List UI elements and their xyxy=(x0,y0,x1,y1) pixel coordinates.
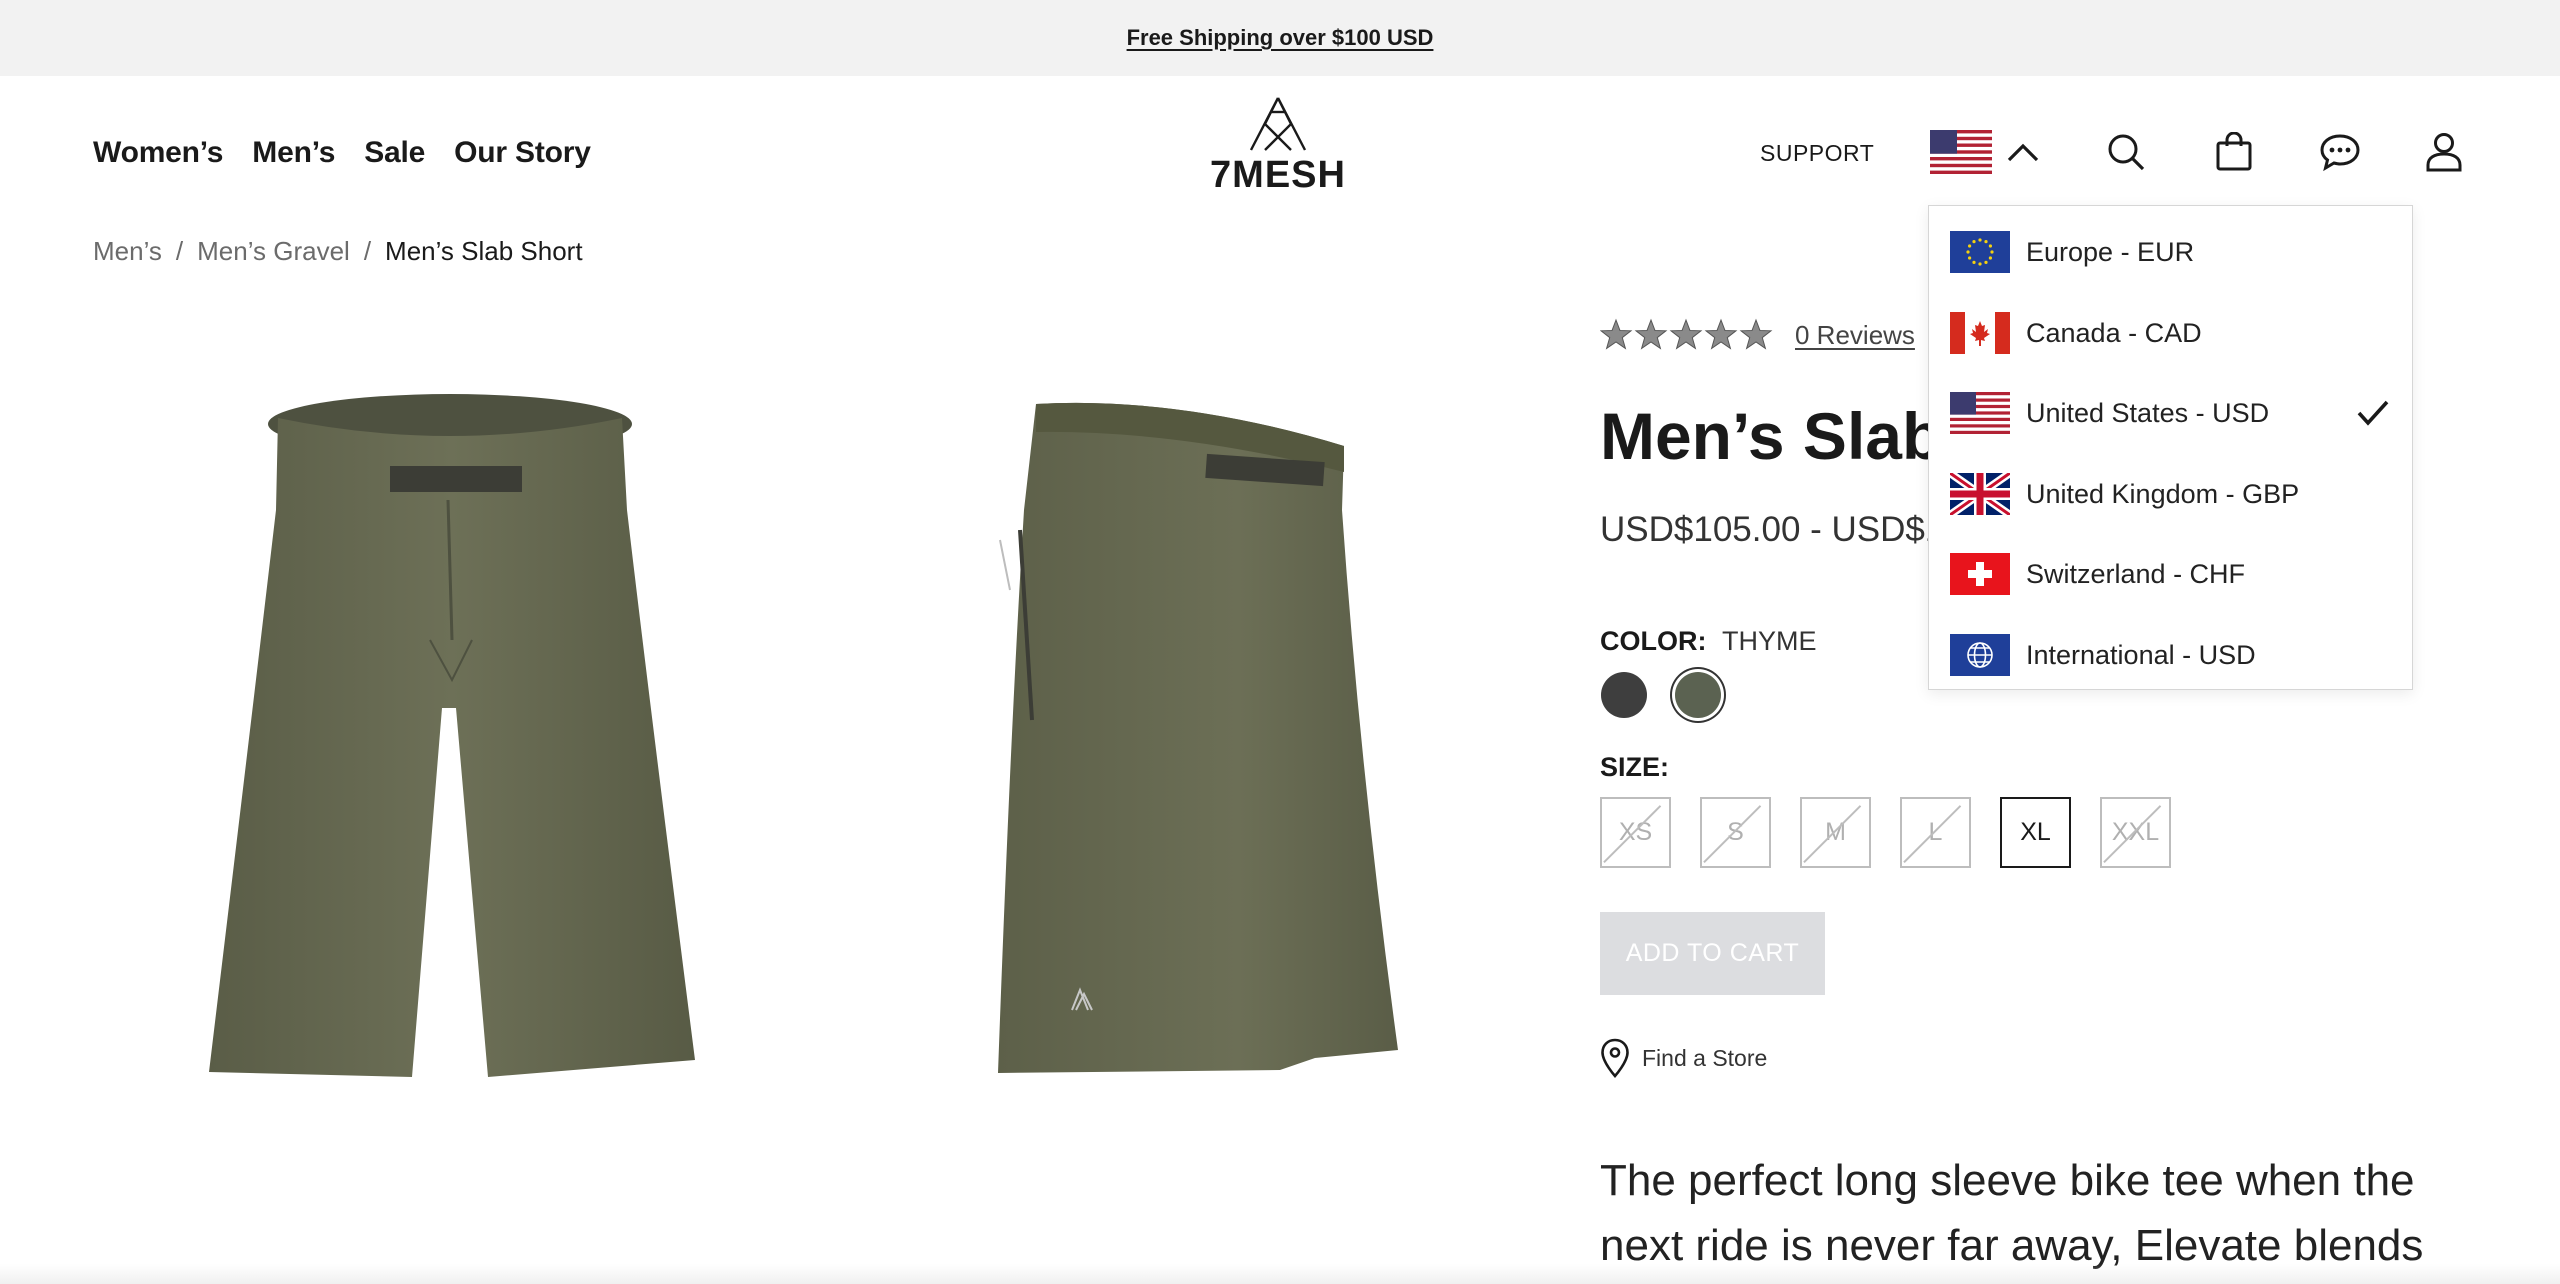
find-store-label: Find a Store xyxy=(1642,1044,1768,1071)
currency-option-gbp[interactable]: United Kingdom - GBP xyxy=(1950,469,2390,519)
breadcrumb-separator: / xyxy=(175,236,184,266)
product-title: Men’s Slab xyxy=(1600,399,1943,473)
currency-option-label: Canada - CAD xyxy=(2026,317,2202,348)
breadcrumb-item-mens-gravel[interactable]: Men’s Gravel xyxy=(197,236,350,267)
user-icon[interactable] xyxy=(2422,130,2466,174)
color-row: COLOR: THYME xyxy=(1600,626,1817,657)
currency-option-cad[interactable]: Canada - CAD xyxy=(1950,308,2390,358)
breadcrumb-item-mens[interactable]: Men’s xyxy=(93,236,162,267)
currency-option-label: International - USD xyxy=(2026,639,2256,670)
size-option-xxl[interactable]: XXL xyxy=(2100,797,2171,868)
color-label: COLOR: xyxy=(1600,626,1707,656)
nav-item-womens[interactable]: Women’s xyxy=(93,136,223,170)
search-icon[interactable] xyxy=(2104,130,2148,174)
size-option-s[interactable]: S xyxy=(1700,797,1771,868)
color-swatch-dark[interactable] xyxy=(1601,672,1647,718)
breadcrumb: Men’s / Men’s Gravel / Men’s Slab Short xyxy=(93,236,583,267)
chat-icon[interactable] xyxy=(2318,130,2362,174)
product-price: USD$105.00 - USD$14 xyxy=(1600,510,1964,549)
star-rating-icon xyxy=(1600,318,1773,350)
canada-flag-icon xyxy=(1950,312,2010,354)
product-description: The perfect long sleeve bike tee when th… xyxy=(1600,1156,2424,1270)
size-option-xs[interactable]: XS xyxy=(1600,797,1671,868)
currency-option-label: United Kingdom - GBP xyxy=(2026,478,2300,509)
find-store-link[interactable]: Find a Store xyxy=(1600,1038,1767,1078)
eu-flag-icon xyxy=(1950,231,2010,273)
logo-text: 7MESH xyxy=(1210,154,1346,196)
bag-icon[interactable] xyxy=(2212,130,2256,174)
logo-mark-icon xyxy=(1249,97,1307,151)
size-option-xl[interactable]: XL xyxy=(2000,797,2071,868)
breadcrumb-item-current: Men’s Slab Short xyxy=(385,236,583,266)
reviews-link[interactable]: 0 Reviews xyxy=(1795,320,1915,351)
region-selector-toggle[interactable] xyxy=(1930,130,2040,174)
currency-option-label: Europe - EUR xyxy=(2026,236,2195,267)
size-label: SIZE: xyxy=(1600,752,1670,782)
breadcrumb-separator: / xyxy=(363,236,372,266)
chevron-up-icon[interactable] xyxy=(2006,141,2040,163)
nav-item-our-story[interactable]: Our Story xyxy=(454,136,591,170)
location-pin-icon xyxy=(1601,1038,1629,1078)
product-image-side[interactable] xyxy=(980,390,1420,1095)
currency-option-label: United States - USD xyxy=(2026,397,2270,428)
currency-dropdown: Europe - EUR Canada - CAD United States … xyxy=(1928,205,2413,690)
page-bottom-shadow xyxy=(0,1264,2560,1284)
currency-option-chf[interactable]: Switzerland - CHF xyxy=(1950,549,2390,599)
size-option-l[interactable]: L xyxy=(1900,797,1971,868)
size-selector: XS S M L XL XXL xyxy=(1600,797,2171,868)
us-flag-icon xyxy=(1930,130,1992,174)
globe-flag-icon xyxy=(1950,634,2010,676)
main-nav: Women’s Men’s Sale Our Story xyxy=(93,136,591,170)
swiss-flag-icon xyxy=(1950,553,2010,595)
currency-option-international[interactable]: International - USD xyxy=(1950,630,2390,680)
announcement-bar: Free Shipping over $100 USD xyxy=(0,0,2560,76)
logo[interactable]: 7MESH xyxy=(1205,96,1351,196)
currency-option-usd[interactable]: United States - USD xyxy=(1950,388,2390,438)
add-to-cart-button[interactable]: ADD TO CART xyxy=(1600,912,1825,995)
nav-item-sale[interactable]: Sale xyxy=(364,136,425,170)
product-image-front[interactable] xyxy=(190,390,710,1095)
rating: 0 Reviews xyxy=(1600,318,1915,352)
nav-item-mens[interactable]: Men’s xyxy=(252,136,335,170)
color-swatch-thyme[interactable] xyxy=(1675,672,1721,718)
currency-option-eur[interactable]: Europe - EUR xyxy=(1950,227,2390,277)
size-option-m[interactable]: M xyxy=(1800,797,1871,868)
support-link[interactable]: SUPPORT xyxy=(1760,140,1874,167)
color-value: THYME xyxy=(1722,626,1817,656)
us-flag-icon xyxy=(1950,392,2010,434)
checkmark-icon xyxy=(2357,400,2389,426)
currency-option-label: Switzerland - CHF xyxy=(2026,558,2246,589)
uk-flag-icon xyxy=(1950,473,2010,515)
free-shipping-link[interactable]: Free Shipping over $100 USD xyxy=(1127,25,1434,51)
